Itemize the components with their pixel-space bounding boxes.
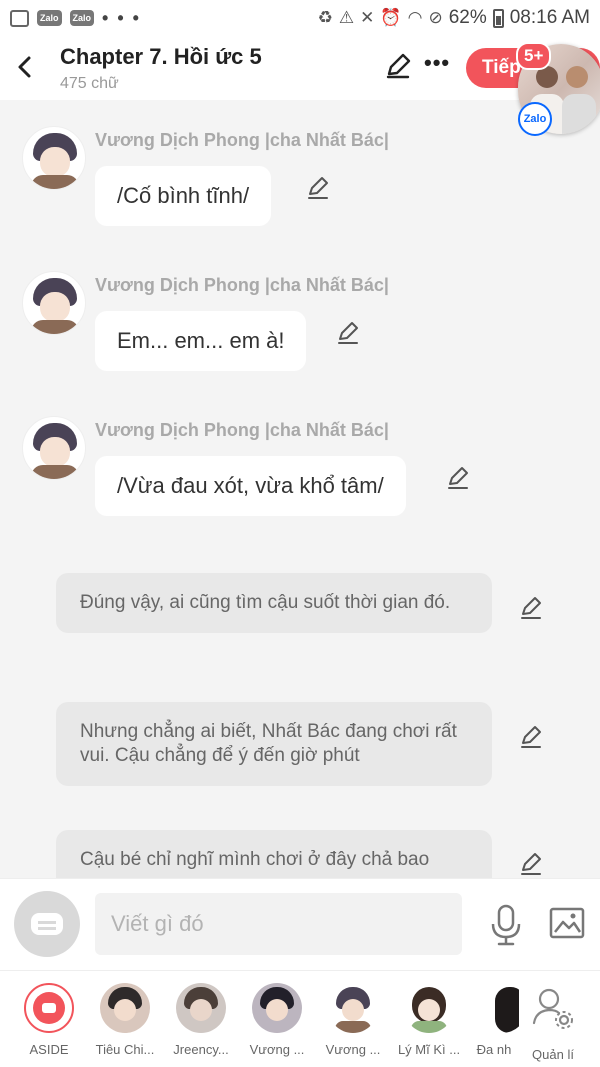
message-input[interactable]: Viết gì đó [95, 893, 462, 955]
character-item[interactable]: Vương ... [241, 983, 313, 1057]
clock: 08:16 AM [509, 7, 590, 28]
warning-icon: ⚠ [338, 8, 355, 27]
pencil-icon[interactable] [446, 466, 470, 490]
aside-icon-line [38, 921, 56, 924]
character-manage[interactable]: Quản lí [517, 983, 589, 1062]
speaker-name: Vương Dịch Phong |cha Nhất Bác| [95, 420, 389, 440]
image-icon[interactable] [549, 907, 585, 939]
more-notifications-icon: • • • [102, 7, 141, 28]
alarm-icon: ⏰ [380, 8, 402, 27]
character-avatar [100, 983, 150, 1033]
microphone-icon[interactable] [488, 903, 524, 947]
character-bar: ASIDE Tiêu Chi... Jreency... Vương ... V… [0, 970, 600, 1067]
status-bar: Zalo Zalo • • • ♻ ⚠ ✕ ⏰ ◠ ⊘ 62% 08:16 AM [0, 0, 600, 36]
zalo-notification-icon: Zalo [37, 10, 62, 26]
battery-icon [492, 8, 504, 28]
pencil-icon[interactable] [519, 596, 543, 620]
speaker-name: Vương Dịch Phong |cha Nhất Bác| [95, 275, 389, 295]
character-avatar [477, 983, 519, 1033]
narration-bubble[interactable]: Cậu bé chỉ nghĩ mình chơi ở đây chả bao [56, 830, 492, 878]
dialogue-bubble[interactable]: Em... em... em à! [95, 311, 307, 371]
back-button[interactable] [10, 50, 40, 84]
speaker-name: Vương Dịch Phong |cha Nhất Bác| [95, 130, 389, 150]
more-options-button[interactable]: ••• [424, 50, 450, 76]
status-right: ♻ ⚠ ✕ ⏰ ◠ ⊘ 62% 08:16 AM [318, 7, 590, 29]
dialogue-bubble[interactable]: /Vừa đau xót, vừa khổ tâm/ [95, 456, 406, 516]
character-label: Jreency... [173, 1042, 229, 1057]
gallery-notification-icon [10, 9, 29, 27]
pencil-icon[interactable] [519, 852, 543, 876]
character-label: Quản lí [532, 1047, 574, 1062]
aside-icon [24, 983, 74, 1033]
chat-head-person-body [562, 94, 596, 134]
speaker-avatar[interactable] [22, 416, 86, 480]
character-avatar [176, 983, 226, 1033]
character-item[interactable]: Lý Mĩ Kì ... [393, 983, 465, 1057]
character-label: Vương ... [249, 1042, 305, 1057]
avatar-face [190, 999, 212, 1021]
aside-icon [31, 913, 63, 935]
pencil-icon[interactable] [336, 321, 360, 345]
avatar-face [40, 147, 70, 177]
zalo-notification-icon: Zalo [69, 10, 95, 26]
status-left: Zalo Zalo • • • [10, 8, 141, 29]
speaker-avatar[interactable] [22, 126, 86, 190]
character-label: Vương ... [325, 1042, 381, 1057]
dialogue-bubble[interactable]: /Cố bình tĩnh/ [95, 166, 272, 226]
manage-user-icon [532, 988, 573, 1029]
avatar-face [114, 999, 136, 1021]
avatar-face [418, 999, 440, 1021]
zalo-app-badge: Zalo [518, 102, 552, 136]
more-icon: ••• [424, 50, 451, 75]
character-avatar [404, 983, 454, 1033]
avatar-body [31, 465, 79, 479]
mute-icon: ✕ [360, 8, 375, 27]
narration-bubble[interactable]: Đúng vậy, ai cũng tìm cậu suốt thời gian… [56, 573, 492, 633]
character-item[interactable]: Jreency... [165, 983, 237, 1057]
do-not-disturb-icon: ⊘ [428, 8, 443, 27]
notification-badge: 5+ [516, 42, 552, 70]
avatar-body [31, 320, 79, 334]
character-avatar [328, 983, 378, 1033]
aside-icon-line [38, 927, 56, 930]
narration-bubble[interactable]: Nhưng chẳng ai biết, Nhất Bác đang chơi … [56, 702, 492, 786]
chapter-header: Chapter 7. Hồi ức 5 475 chữ ••• Tiếp [0, 36, 600, 100]
avatar-face [40, 437, 70, 467]
avatar-face [266, 999, 288, 1021]
avatar-body [335, 1021, 371, 1033]
chat-head-person [566, 66, 588, 88]
character-label: Đa nh [476, 1042, 512, 1057]
word-count: 475 chữ [60, 75, 119, 92]
pencil-icon[interactable] [306, 176, 330, 200]
story-content[interactable]: Vương Dịch Phong |cha Nhất Bác| /Cố bình… [0, 100, 600, 878]
chapter-title: Chapter 7. Hồi ức 5 [60, 44, 262, 69]
character-item[interactable]: Vương ... [317, 983, 389, 1057]
pencil-icon [386, 53, 411, 79]
character-label: Lý Mĩ Kì ... [397, 1042, 461, 1057]
aside-toggle-button[interactable] [14, 891, 80, 957]
speaker-avatar[interactable] [22, 271, 86, 335]
avatar-body [31, 175, 79, 189]
avatar-body [411, 1021, 447, 1033]
edit-chapter-button[interactable] [384, 52, 412, 80]
character-label: Tiêu Chi... [95, 1042, 155, 1057]
character-item[interactable]: Đa nh [469, 983, 519, 1057]
avatar-hair [495, 987, 519, 1033]
avatar-face [342, 999, 364, 1021]
back-arrow-icon [18, 56, 31, 78]
character-aside[interactable]: ASIDE [13, 983, 85, 1057]
character-avatar [252, 983, 302, 1033]
recycle-icon: ♻ [317, 8, 333, 27]
composer-bar: Viết gì đó [0, 878, 600, 970]
wifi-icon: ◠ [407, 8, 423, 27]
avatar-face [40, 292, 70, 322]
pencil-icon[interactable] [519, 725, 543, 749]
aside-icon-inner [33, 992, 65, 1024]
character-item[interactable]: Tiêu Chi... [89, 983, 161, 1057]
battery-percent: 62% [448, 7, 487, 28]
character-label: ASIDE [29, 1042, 69, 1057]
